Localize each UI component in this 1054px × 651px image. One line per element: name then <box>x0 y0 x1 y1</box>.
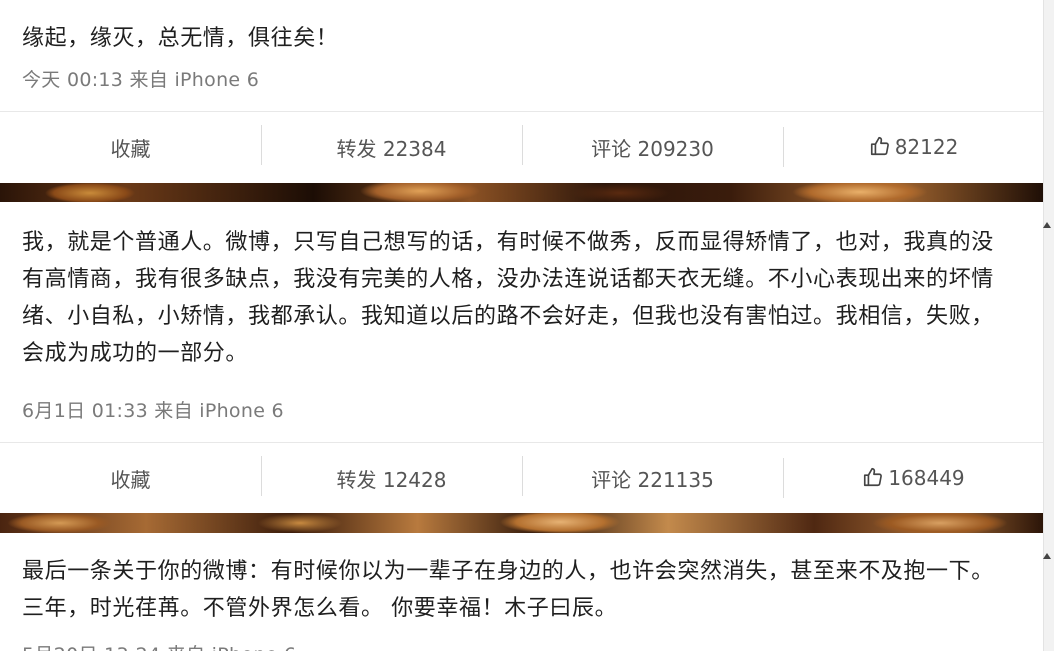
like-button[interactable]: 168449 <box>783 458 1044 498</box>
scroll-up-arrow-icon[interactable] <box>1043 222 1051 228</box>
action-bar: 收藏 转发 12428 评论 221135 168449 <box>0 443 1044 513</box>
post-text: 最后一条关于你的微博：有时候你以为一辈子在身边的人，也许会突然消失，甚至来不及抱… <box>22 559 994 621</box>
comment-label: 评论 221135 <box>591 467 714 492</box>
thumbs-up-icon <box>870 136 889 156</box>
post-meta: 5月20日 13:24 来自 iPhone 6 <box>22 640 296 651</box>
post-text: 缘起，缘灭，总无情，俱往矣！ <box>22 26 339 51</box>
repost-label: 转发 12428 <box>336 467 447 492</box>
post-text: 我，就是个普通人。微博，只写自己想写的话，有时候不做秀，反而显得矫情了，也对，我… <box>22 230 994 366</box>
post-card: 我，就是个普通人。微博，只写自己想写的话，有时候不做秀，反而显得矫情了，也对，我… <box>0 202 1044 513</box>
scrollbar[interactable] <box>1043 0 1054 651</box>
comment-button[interactable]: 评论 209230 <box>522 124 783 165</box>
photo-strip <box>0 513 1044 533</box>
repost-button[interactable]: 转发 22384 <box>261 124 522 165</box>
post-card: 缘起，缘灭，总无情，俱往矣！ 今天 00:13 来自 iPhone 6 收藏 转… <box>0 0 1044 183</box>
comment-button[interactable]: 评论 221135 <box>522 455 783 496</box>
post-meta: 6月1日 01:33 来自 iPhone 6 <box>22 400 284 422</box>
thumbs-up-icon <box>864 467 883 487</box>
post-card: 最后一条关于你的微博：有时候你以为一辈子在身边的人，也许会突然消失，甚至来不及抱… <box>0 533 1044 651</box>
repost-label: 转发 22384 <box>336 136 447 161</box>
collect-button[interactable]: 收藏 <box>0 464 261 493</box>
like-button[interactable]: 82122 <box>783 127 1044 167</box>
repost-button[interactable]: 转发 12428 <box>261 455 522 496</box>
scroll-up-arrow-icon[interactable] <box>1043 553 1051 559</box>
post-meta: 今天 00:13 来自 iPhone 6 <box>22 69 260 91</box>
photo-strip <box>0 183 1044 202</box>
like-count: 168449 <box>888 466 965 490</box>
collect-label: 收藏 <box>110 136 151 161</box>
collect-label: 收藏 <box>110 467 151 492</box>
collect-button[interactable]: 收藏 <box>0 133 261 162</box>
action-bar: 收藏 转发 22384 评论 209230 82122 <box>0 112 1044 182</box>
like-count: 82122 <box>894 135 959 159</box>
comment-label: 评论 209230 <box>591 136 714 161</box>
